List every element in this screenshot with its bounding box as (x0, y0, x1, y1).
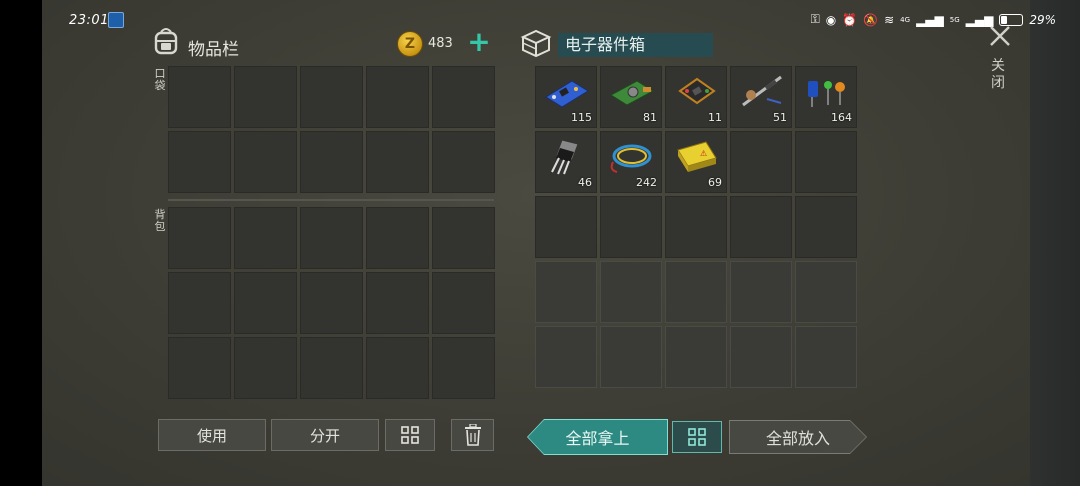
inventory-title: 物品栏 (188, 40, 239, 60)
inventory-slot[interactable] (366, 66, 429, 128)
backpack-icon (154, 28, 178, 55)
container-slot[interactable] (795, 261, 857, 323)
container-slot[interactable] (795, 326, 857, 388)
inventory-slot[interactable] (168, 66, 231, 128)
status-time: 23:01 (69, 13, 109, 28)
inventory-slot[interactable] (234, 337, 297, 399)
inventory-slot[interactable] (432, 272, 495, 334)
container-slot[interactable] (795, 196, 857, 258)
alarm-icon: ⏰ (842, 12, 858, 27)
item-quantity: 242 (636, 176, 657, 189)
container-slot[interactable] (535, 196, 597, 258)
inventory-slot[interactable] (300, 66, 363, 128)
inventory-slot[interactable] (366, 131, 429, 193)
close-label[interactable]: 关闭 (990, 58, 1006, 92)
item-quantity: 51 (773, 111, 787, 124)
sort-button[interactable] (385, 419, 435, 451)
battery-percent: 29% (1029, 12, 1056, 27)
discard-button[interactable] (451, 419, 494, 451)
inventory-slot[interactable] (168, 207, 231, 269)
app-notification-icon (108, 12, 124, 28)
container-slot[interactable] (665, 196, 727, 258)
container-slot[interactable] (535, 261, 597, 323)
inventory-slot[interactable] (234, 131, 297, 193)
inventory-slot[interactable] (432, 207, 495, 269)
pocket-grid (168, 66, 495, 193)
item-quantity: 164 (831, 111, 852, 124)
item-quantity: 81 (643, 111, 657, 124)
container-slot[interactable] (730, 131, 792, 193)
container-title: 电子器件箱 (558, 33, 713, 57)
take-all-button[interactable]: 全部拿上 (528, 420, 667, 454)
grid-sort-icon (688, 428, 706, 446)
network-4g-label: 4G (900, 15, 911, 24)
put-all-button[interactable]: 全部放入 (730, 421, 866, 453)
container-item-battery-pack[interactable]: ⚠ 69 (665, 131, 727, 193)
backpack-grid (168, 207, 495, 399)
close-icon[interactable] (986, 22, 1014, 50)
mute-icon: 🔕 (863, 12, 879, 27)
signal-icon: ▂▄▆ (916, 12, 944, 27)
container-grid: 115 81 11 51 164 46 242 ⚠ 69 (535, 66, 857, 388)
inventory-slot[interactable] (432, 131, 495, 193)
container-slot[interactable] (535, 326, 597, 388)
section-divider (168, 199, 494, 201)
storage-box-icon (520, 29, 552, 58)
container-slot[interactable] (600, 261, 662, 323)
pocket-label: 口袋 (154, 67, 166, 92)
container-slot[interactable] (600, 196, 662, 258)
inventory-slot[interactable] (300, 131, 363, 193)
container-slot[interactable] (730, 196, 792, 258)
inventory-slot[interactable] (432, 66, 495, 128)
use-button[interactable]: 使用 (158, 419, 266, 451)
coin-count: 483 (428, 36, 453, 51)
container-slot[interactable] (600, 326, 662, 388)
item-quantity: 115 (571, 111, 592, 124)
container-item-capacitors-leds[interactable]: 164 (795, 66, 857, 128)
screen-edge-left (0, 0, 42, 486)
backpack-label: 背包 (154, 208, 166, 233)
svg-text:⚠: ⚠ (700, 149, 707, 158)
split-button[interactable]: 分开 (271, 419, 379, 451)
container-item-motor-propeller-kit[interactable]: 51 (730, 66, 792, 128)
item-quantity: 69 (708, 176, 722, 189)
inventory-slot[interactable] (168, 337, 231, 399)
key-icon: ⚿ (810, 12, 820, 26)
eye-icon: ◉ (825, 12, 837, 27)
network-5g-label: 5G (949, 15, 960, 24)
wifi-icon: ≋ (884, 12, 895, 27)
inventory-slot[interactable] (366, 207, 429, 269)
inventory-slot[interactable] (300, 207, 363, 269)
container-item-circuit-board-blue[interactable]: 115 (535, 66, 597, 128)
container-slot[interactable] (795, 131, 857, 193)
trash-icon (464, 424, 481, 446)
container-item-flight-controller[interactable]: 11 (665, 66, 727, 128)
add-coins-button[interactable]: + (466, 28, 492, 56)
inventory-slot[interactable] (168, 131, 231, 193)
container-slot[interactable] (730, 326, 792, 388)
inventory-slot[interactable] (234, 207, 297, 269)
inventory-slot[interactable] (168, 272, 231, 334)
container-sort-button[interactable] (672, 421, 722, 453)
container-slot[interactable] (665, 261, 727, 323)
inventory-slot[interactable] (432, 337, 495, 399)
container-slot[interactable] (665, 326, 727, 388)
item-quantity: 11 (708, 111, 722, 124)
inventory-slot[interactable] (300, 337, 363, 399)
inventory-slot[interactable] (234, 66, 297, 128)
item-quantity: 46 (578, 176, 592, 189)
inventory-slot[interactable] (366, 272, 429, 334)
inventory-slot[interactable] (234, 272, 297, 334)
grid-sort-icon (401, 426, 419, 444)
status-icons: ⚿ ◉ ⏰ 🔕 ≋ 4G ▂▄▆ 5G ▂▄▆ 29% (811, 12, 1056, 27)
coin-icon: Z (397, 31, 423, 57)
inventory-slot[interactable] (300, 272, 363, 334)
container-item-transistor[interactable]: 46 (535, 131, 597, 193)
container-slot[interactable] (730, 261, 792, 323)
container-item-wire-bundle[interactable]: 242 (600, 131, 662, 193)
inventory-slot[interactable] (366, 337, 429, 399)
screen-edge-right (1030, 0, 1080, 486)
container-item-sensor-module[interactable]: 81 (600, 66, 662, 128)
